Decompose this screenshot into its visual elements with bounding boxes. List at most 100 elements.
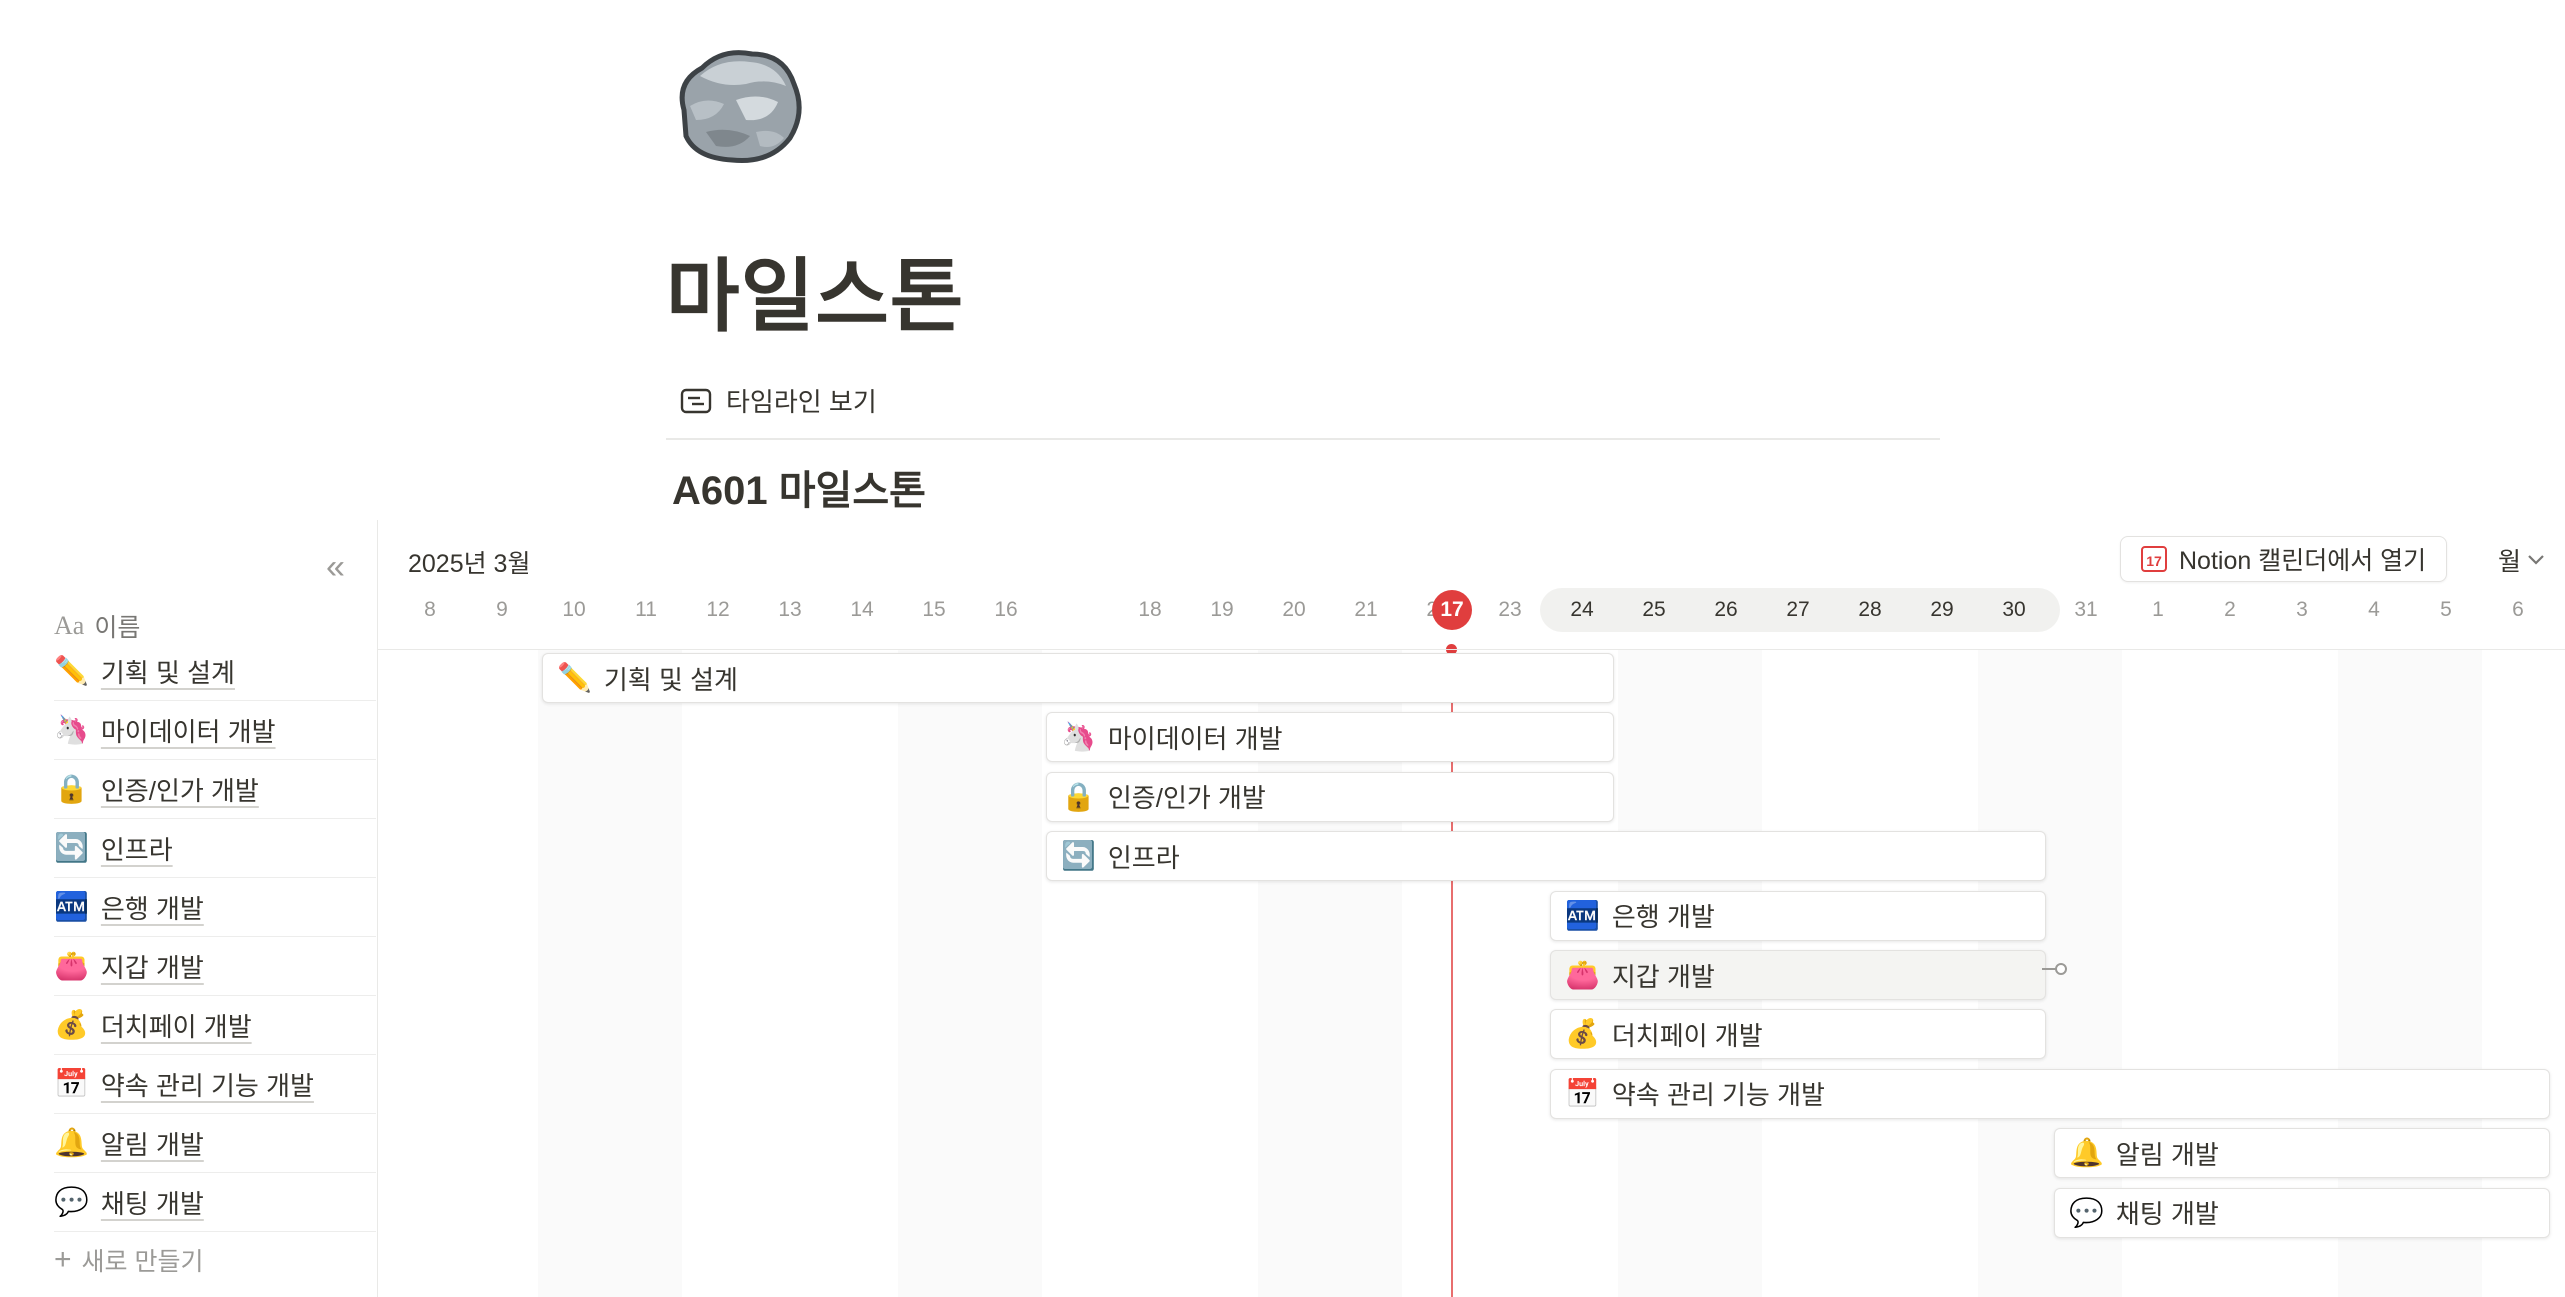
day-label: 8 [424,598,436,621]
calendar-icon: 📅 [1565,1077,1600,1109]
day-label: 15 [922,598,946,621]
speech-bubble-icon: 💬 [2069,1196,2104,1228]
timeline-bar[interactable]: 🔄 인프라 [1046,831,2046,882]
day-label: 26 [1714,598,1738,621]
name-column-header[interactable]: Aa 이름 [54,608,140,644]
money-bag-icon: 💰 [1565,1018,1600,1050]
day-label: 29 [1930,598,1954,621]
money-bag-icon: 💰 [54,1009,89,1040]
timeline-bar[interactable]: 🦄 마이데이터 개발 [1046,712,1614,763]
timeline-bar[interactable]: 💬 채팅 개발 [2054,1187,2550,1238]
timeline-bar[interactable]: 🔒 인증/인가 개발 [1046,771,1614,822]
timeline-table-panel: « Aa 이름 ✏️ 기획 및 설계 🦄 마이데이터 개발 🔒 인증/인가 개발 🔄 인… [0,520,377,1297]
day-label [1053,588,1103,632]
bell-icon: 🔔 [2069,1137,2104,1169]
unicorn-icon: 🦄 [54,714,89,745]
timeline-bar[interactable]: ✏️ 기획 및 설계 [542,653,1614,703]
refresh-icon: 🔄 [54,832,89,863]
day-label: 2 [2224,598,2236,621]
calendar-icon: 📅 [54,1068,89,1099]
row-title[interactable]: 약속 관리 기능 개발 [101,1066,314,1103]
day-label: 1 [2152,598,2164,621]
row-title[interactable]: 인증/인가 개발 [101,771,259,808]
day-label: 21 [1354,598,1378,621]
collapse-table-button[interactable]: « [326,550,345,584]
open-calendar-label: Notion 캘린더에서 열기 [2179,547,2427,575]
timeline-icon [680,388,712,413]
day-label: 31 [2074,598,2098,621]
bar-label: 알림 개발 [2115,1139,2219,1170]
timeline-bar[interactable]: 📅 약속 관리 기능 개발 [1550,1068,2550,1119]
day-label: 10 [562,598,586,621]
timeline-bar[interactable]: 👛 지갑 개발 [1550,950,2046,1000]
divider [666,438,1940,440]
day-label: 23 [1498,598,1522,621]
row-title[interactable]: 지갑 개발 [101,948,204,985]
column-header-label: 이름 [94,614,141,642]
table-row[interactable]: 📅 약속 관리 기능 개발 [54,1055,376,1114]
timeline-bar[interactable]: 🔔 알림 개발 [2054,1128,2550,1179]
table-row[interactable]: 🔄 인프라 [54,819,376,878]
lock-icon: 🔒 [1061,780,1096,812]
timeline-bar[interactable]: 💰 더치페이 개발 [1550,1009,2046,1060]
day-label: 28 [1858,598,1882,621]
database-title[interactable]: A601 마일스톤 [672,458,926,516]
refresh-icon: 🔄 [1061,840,1096,872]
purse-icon: 👛 [54,950,89,981]
speech-bubble-icon: 💬 [54,1186,89,1217]
bar-label: 인프라 [1107,842,1180,873]
bar-label: 마이데이터 개발 [1107,723,1283,754]
timescale-value: 월 [2498,548,2522,576]
row-title[interactable]: 은행 개발 [101,889,204,926]
day-label: 9 [496,598,508,621]
month-label: 2025년 3월 [408,550,531,578]
row-title[interactable]: 더치페이 개발 [101,1007,252,1044]
day-label: 13 [778,598,802,621]
table-rows: ✏️ 기획 및 설계 🦄 마이데이터 개발 🔒 인증/인가 개발 🔄 인프라 🏧 은행 개… [54,642,376,1288]
table-row[interactable]: 👛 지갑 개발 [54,937,376,996]
timescale-select[interactable]: 월 [2498,542,2545,578]
row-title[interactable]: 기획 및 설계 [101,653,235,690]
atm-icon: 🏧 [1565,899,1600,931]
timeline-bar[interactable]: 🏧 은행 개발 [1550,890,2046,941]
table-row[interactable]: 🦄 마이데이터 개발 [54,701,376,760]
atm-icon: 🏧 [54,891,89,922]
header-divider [378,649,2565,650]
calendar-app-icon: 17 [2141,546,2167,572]
rock-icon[interactable] [666,40,806,170]
table-row[interactable]: ✏️ 기획 및 설계 [54,642,376,701]
day-label: 19 [1210,598,1234,621]
today-marker: 17 [1432,590,1472,630]
bell-icon: 🔔 [54,1127,89,1158]
day-label: 24 [1570,598,1594,621]
plus-icon: + [54,1243,72,1276]
row-title[interactable]: 인프라 [101,830,173,867]
dependency-handle-icon[interactable] [2042,962,2068,976]
table-row[interactable]: 🔔 알림 개발 [54,1114,376,1173]
day-label: 4 [2368,598,2380,621]
table-row[interactable]: 💬 채팅 개발 [54,1173,376,1232]
day-label: 27 [1786,598,1810,621]
bar-label: 은행 개발 [1611,902,1715,933]
bar-label: 기획 및 설계 [603,664,738,695]
day-label: 30 [2002,598,2026,621]
table-row[interactable]: 🏧 은행 개발 [54,878,376,937]
text-property-icon: Aa [54,611,85,640]
table-row[interactable]: 🔒 인증/인가 개발 [54,760,376,819]
new-item-button[interactable]: + 새로 만들기 [54,1232,376,1288]
page-title: 마일스톤 [666,252,965,341]
row-title[interactable]: 마이데이터 개발 [101,712,276,749]
open-in-calendar-button[interactable]: 17 Notion 캘린더에서 열기 [2120,536,2448,582]
pencil-icon: ✏️ [557,662,592,693]
day-label: 20 [1282,598,1306,621]
bar-label: 더치페이 개발 [1611,1020,1763,1051]
row-title[interactable]: 채팅 개발 [101,1184,204,1221]
table-row[interactable]: 💰 더치페이 개발 [54,996,376,1055]
timeline-area: 2025년 3월 17 Notion 캘린더에서 열기 월 8 9 10 11 12 13… [378,520,2565,1297]
weekend-column [898,650,1042,1297]
day-label: 25 [1642,598,1666,621]
day-label: 3 [2296,598,2308,621]
tab-timeline-view[interactable]: 타임라인 보기 [680,382,877,419]
row-title[interactable]: 알림 개발 [101,1125,204,1162]
purse-icon: 👛 [1565,959,1600,990]
